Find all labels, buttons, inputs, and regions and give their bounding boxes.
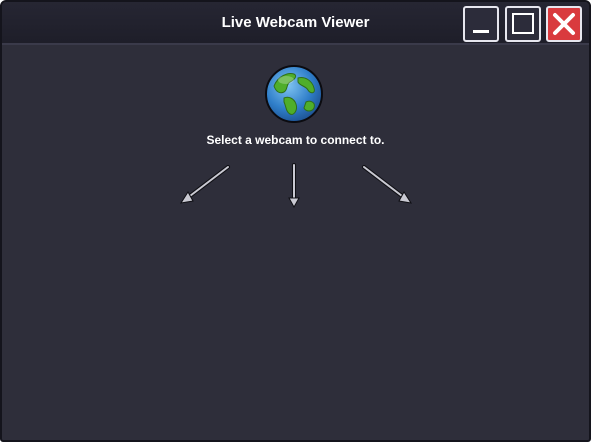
close-button[interactable]	[546, 6, 582, 42]
maximize-icon	[512, 13, 534, 34]
arrow-down-left-icon[interactable]	[179, 165, 230, 204]
minimize-button[interactable]	[463, 6, 499, 42]
close-icon	[553, 13, 575, 35]
maximize-button[interactable]	[505, 6, 541, 42]
main-content: Select a webcam to connect to.	[2, 45, 589, 440]
arrow-down-icon[interactable]	[288, 163, 300, 209]
window-title: Live Webcam Viewer	[221, 14, 370, 31]
arrow-down-right-icon[interactable]	[362, 165, 413, 204]
title-bar[interactable]: Live Webcam Viewer	[2, 2, 589, 45]
minimize-icon	[473, 30, 489, 33]
app-window: Live Webcam Viewer Select a webcam to co…	[0, 0, 591, 442]
arrow-group	[179, 163, 413, 209]
